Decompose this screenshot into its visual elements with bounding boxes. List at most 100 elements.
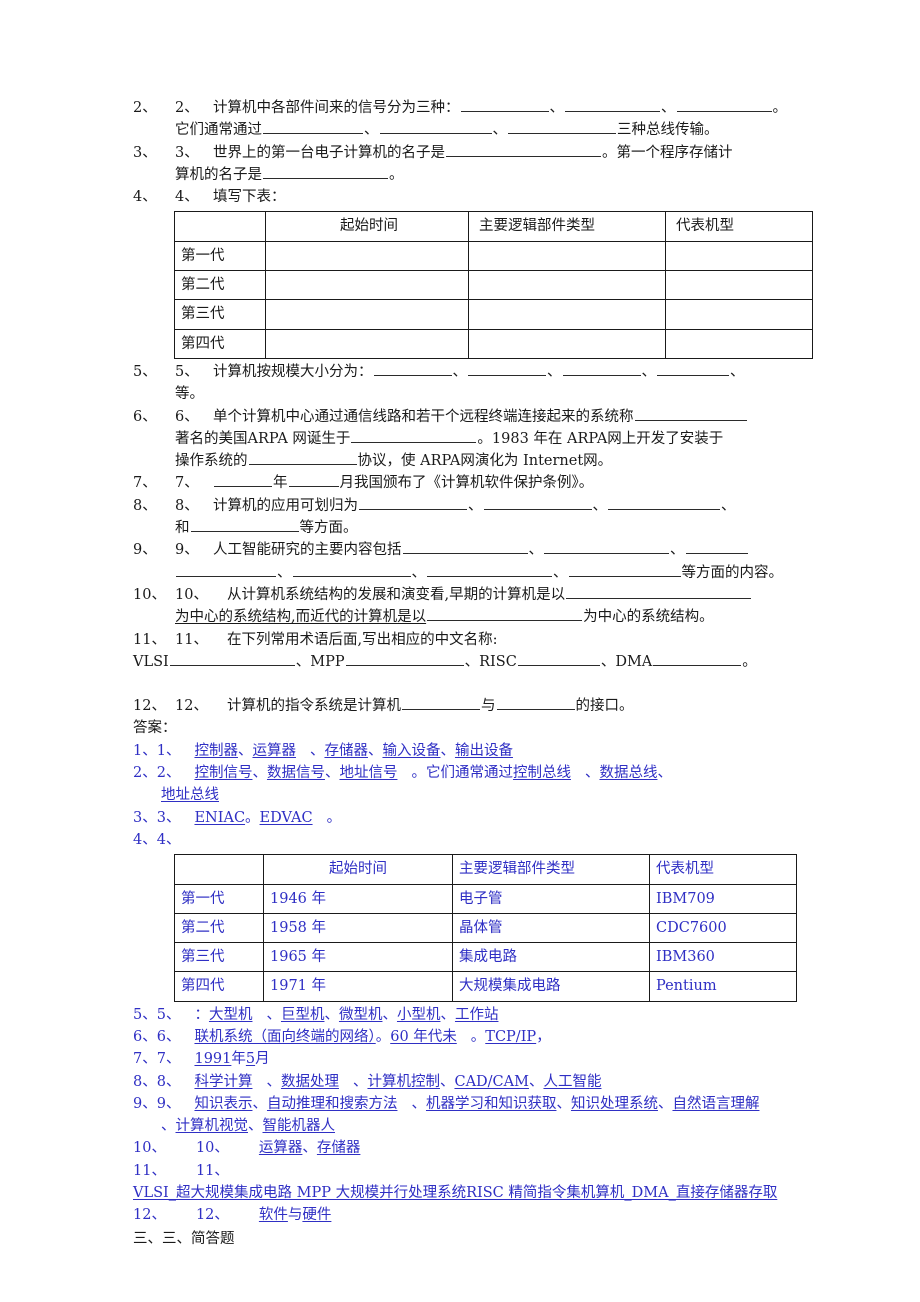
table-cell[interactable]	[665, 328, 813, 359]
answer-item-7: 7、7、 1991年5月	[133, 1048, 813, 1070]
fill-blank[interactable]	[544, 540, 669, 555]
question-text: 计算机按规模大小分为：	[213, 363, 373, 380]
fill-blank[interactable]	[402, 695, 480, 711]
question-text-end: 月我国颁布了《计算机软件保护条例》。	[339, 475, 594, 492]
answer-value: 地址总线	[161, 787, 219, 804]
fill-blank[interactable]	[263, 120, 363, 135]
table-cell[interactable]	[665, 299, 813, 330]
table-cell: 集成电路	[452, 942, 650, 973]
separator: 、	[556, 1095, 571, 1112]
fill-blank[interactable]	[351, 428, 477, 443]
question-text-end: 等方面的内容。	[681, 564, 784, 581]
fill-blank[interactable]	[565, 97, 660, 112]
fill-blank[interactable]	[373, 361, 452, 376]
question-item-11-terms: VLSI 、MPP 、RISC 、DMA。	[133, 651, 813, 673]
unit-year: 年	[231, 1051, 246, 1068]
table-row: 第三代	[174, 299, 813, 330]
table-cell[interactable]	[665, 240, 813, 272]
table-cell[interactable]	[265, 240, 469, 272]
joiner: 与	[287, 1207, 303, 1224]
answer-value: ENIAC	[194, 809, 246, 826]
table-cell[interactable]	[468, 299, 666, 330]
table-cell[interactable]	[265, 299, 469, 330]
separator: 、	[295, 653, 311, 670]
table-cell[interactable]	[665, 270, 813, 301]
fill-blank[interactable]	[508, 120, 616, 135]
answer-num-outer: 2、	[133, 765, 157, 782]
fill-blank[interactable]	[676, 97, 772, 112]
table-cell[interactable]	[468, 328, 666, 359]
separator: 、	[411, 1095, 426, 1112]
table-header-cell: 主要逻辑部件类型	[452, 854, 650, 885]
question-item-6-line2: 著名的美国ARPA 网诞生于 。1983 年在 ARPA网上开发了安装于	[133, 428, 813, 450]
answer-value: EDVAC	[259, 809, 313, 826]
table-cell: 1958 年	[263, 912, 453, 944]
table-cell: 第一代	[174, 240, 266, 272]
answer-item-12: 12、 12、 软件与硬件	[133, 1204, 813, 1226]
fill-blank[interactable]	[483, 495, 592, 510]
table-row: 第四代	[174, 328, 813, 359]
term-vlsi: VLSI	[133, 653, 169, 670]
question-item-3-line2: 算机的名子是 。	[133, 164, 813, 186]
fill-blank[interactable]	[566, 584, 752, 599]
question-item-6-line3: 操作系统的 协议，使 ARPA网演化为 Internet网。	[133, 450, 813, 472]
separator: 、	[277, 564, 292, 581]
question-text: 人工智能研究的主要内容包括	[213, 542, 402, 559]
table-cell[interactable]	[468, 240, 666, 272]
fill-blank[interactable]	[517, 651, 600, 666]
separator: 、	[248, 1118, 263, 1135]
question-item-9: 9、 9、 人工智能研究的主要内容包括、、	[133, 539, 813, 561]
answer-item-2-line2: 地址总线	[133, 784, 813, 806]
table-cell[interactable]	[265, 270, 469, 301]
table-cell: 电子管	[452, 883, 650, 914]
separator: 、	[547, 363, 562, 380]
question-text-end: 为中心的系统结构。	[583, 609, 714, 626]
fill-blank[interactable]	[292, 562, 411, 577]
table-cell[interactable]	[265, 328, 469, 359]
fill-blank[interactable]	[468, 361, 546, 376]
fill-blank[interactable]	[653, 651, 742, 666]
fill-blank[interactable]	[190, 517, 299, 533]
question-text: 算机的名子是	[175, 166, 262, 183]
fill-blank[interactable]	[288, 473, 339, 488]
answer-value: 地址信号	[339, 765, 398, 782]
fill-blank[interactable]	[427, 562, 552, 577]
question-item-5: 5、 5、 计算机按规模大小分为：、、、、	[133, 361, 813, 383]
period: 。	[389, 166, 404, 183]
answer-value: 计算机控制	[367, 1073, 440, 1090]
separator: 、	[252, 765, 267, 782]
question-item-3: 3、 3、 世界上的第一台电子计算机的名子是 。第一个程序存储计	[133, 142, 813, 164]
fill-blank[interactable]	[427, 606, 583, 622]
question-text: 著名的美国ARPA 网诞生于	[175, 430, 351, 447]
question-item-4: 4、 4、 填写下表：	[133, 186, 813, 208]
table-header-row: 起始时间 主要逻辑部件类型 代表机型	[174, 211, 813, 242]
table-header-cell: 主要逻辑部件类型	[468, 211, 666, 242]
answer-item-11-text: VLSI_超大规模集成电路 MPP 大规模并行处理系统RISC 精简指令集机算机…	[133, 1185, 778, 1202]
fill-blank[interactable]	[402, 540, 528, 555]
fill-blank[interactable]	[608, 495, 720, 510]
fill-blank[interactable]	[214, 473, 272, 488]
fill-blank[interactable]	[176, 562, 276, 577]
question-item-2-line2: 它们通常通过 、 、 三种总线传输。	[133, 119, 813, 141]
fill-blank[interactable]	[345, 651, 464, 666]
fill-blank[interactable]	[460, 97, 549, 112]
fill-blank[interactable]	[379, 120, 492, 135]
fill-blank[interactable]	[496, 695, 575, 711]
separator: 、	[553, 564, 568, 581]
table-cell[interactable]	[468, 270, 666, 301]
question-item-11: 11、 11、 在下列常用术语后面,写出相应的中文名称:	[133, 629, 813, 651]
fill-blank[interactable]	[568, 562, 681, 577]
fill-blank[interactable]	[685, 540, 748, 555]
fill-blank[interactable]	[562, 361, 641, 376]
separator: 、	[641, 363, 657, 380]
fill-blank[interactable]	[359, 495, 467, 510]
fill-blank[interactable]	[657, 361, 729, 376]
fill-blank[interactable]	[634, 406, 747, 421]
fill-blank[interactable]	[248, 450, 357, 466]
fill-blank[interactable]	[263, 164, 388, 179]
fill-blank[interactable]	[446, 142, 601, 157]
table-header-row: 起始时间 主要逻辑部件类型 代表机型	[174, 854, 797, 885]
answer-value: 小型机	[396, 1006, 441, 1023]
fill-blank[interactable]	[169, 651, 295, 666]
